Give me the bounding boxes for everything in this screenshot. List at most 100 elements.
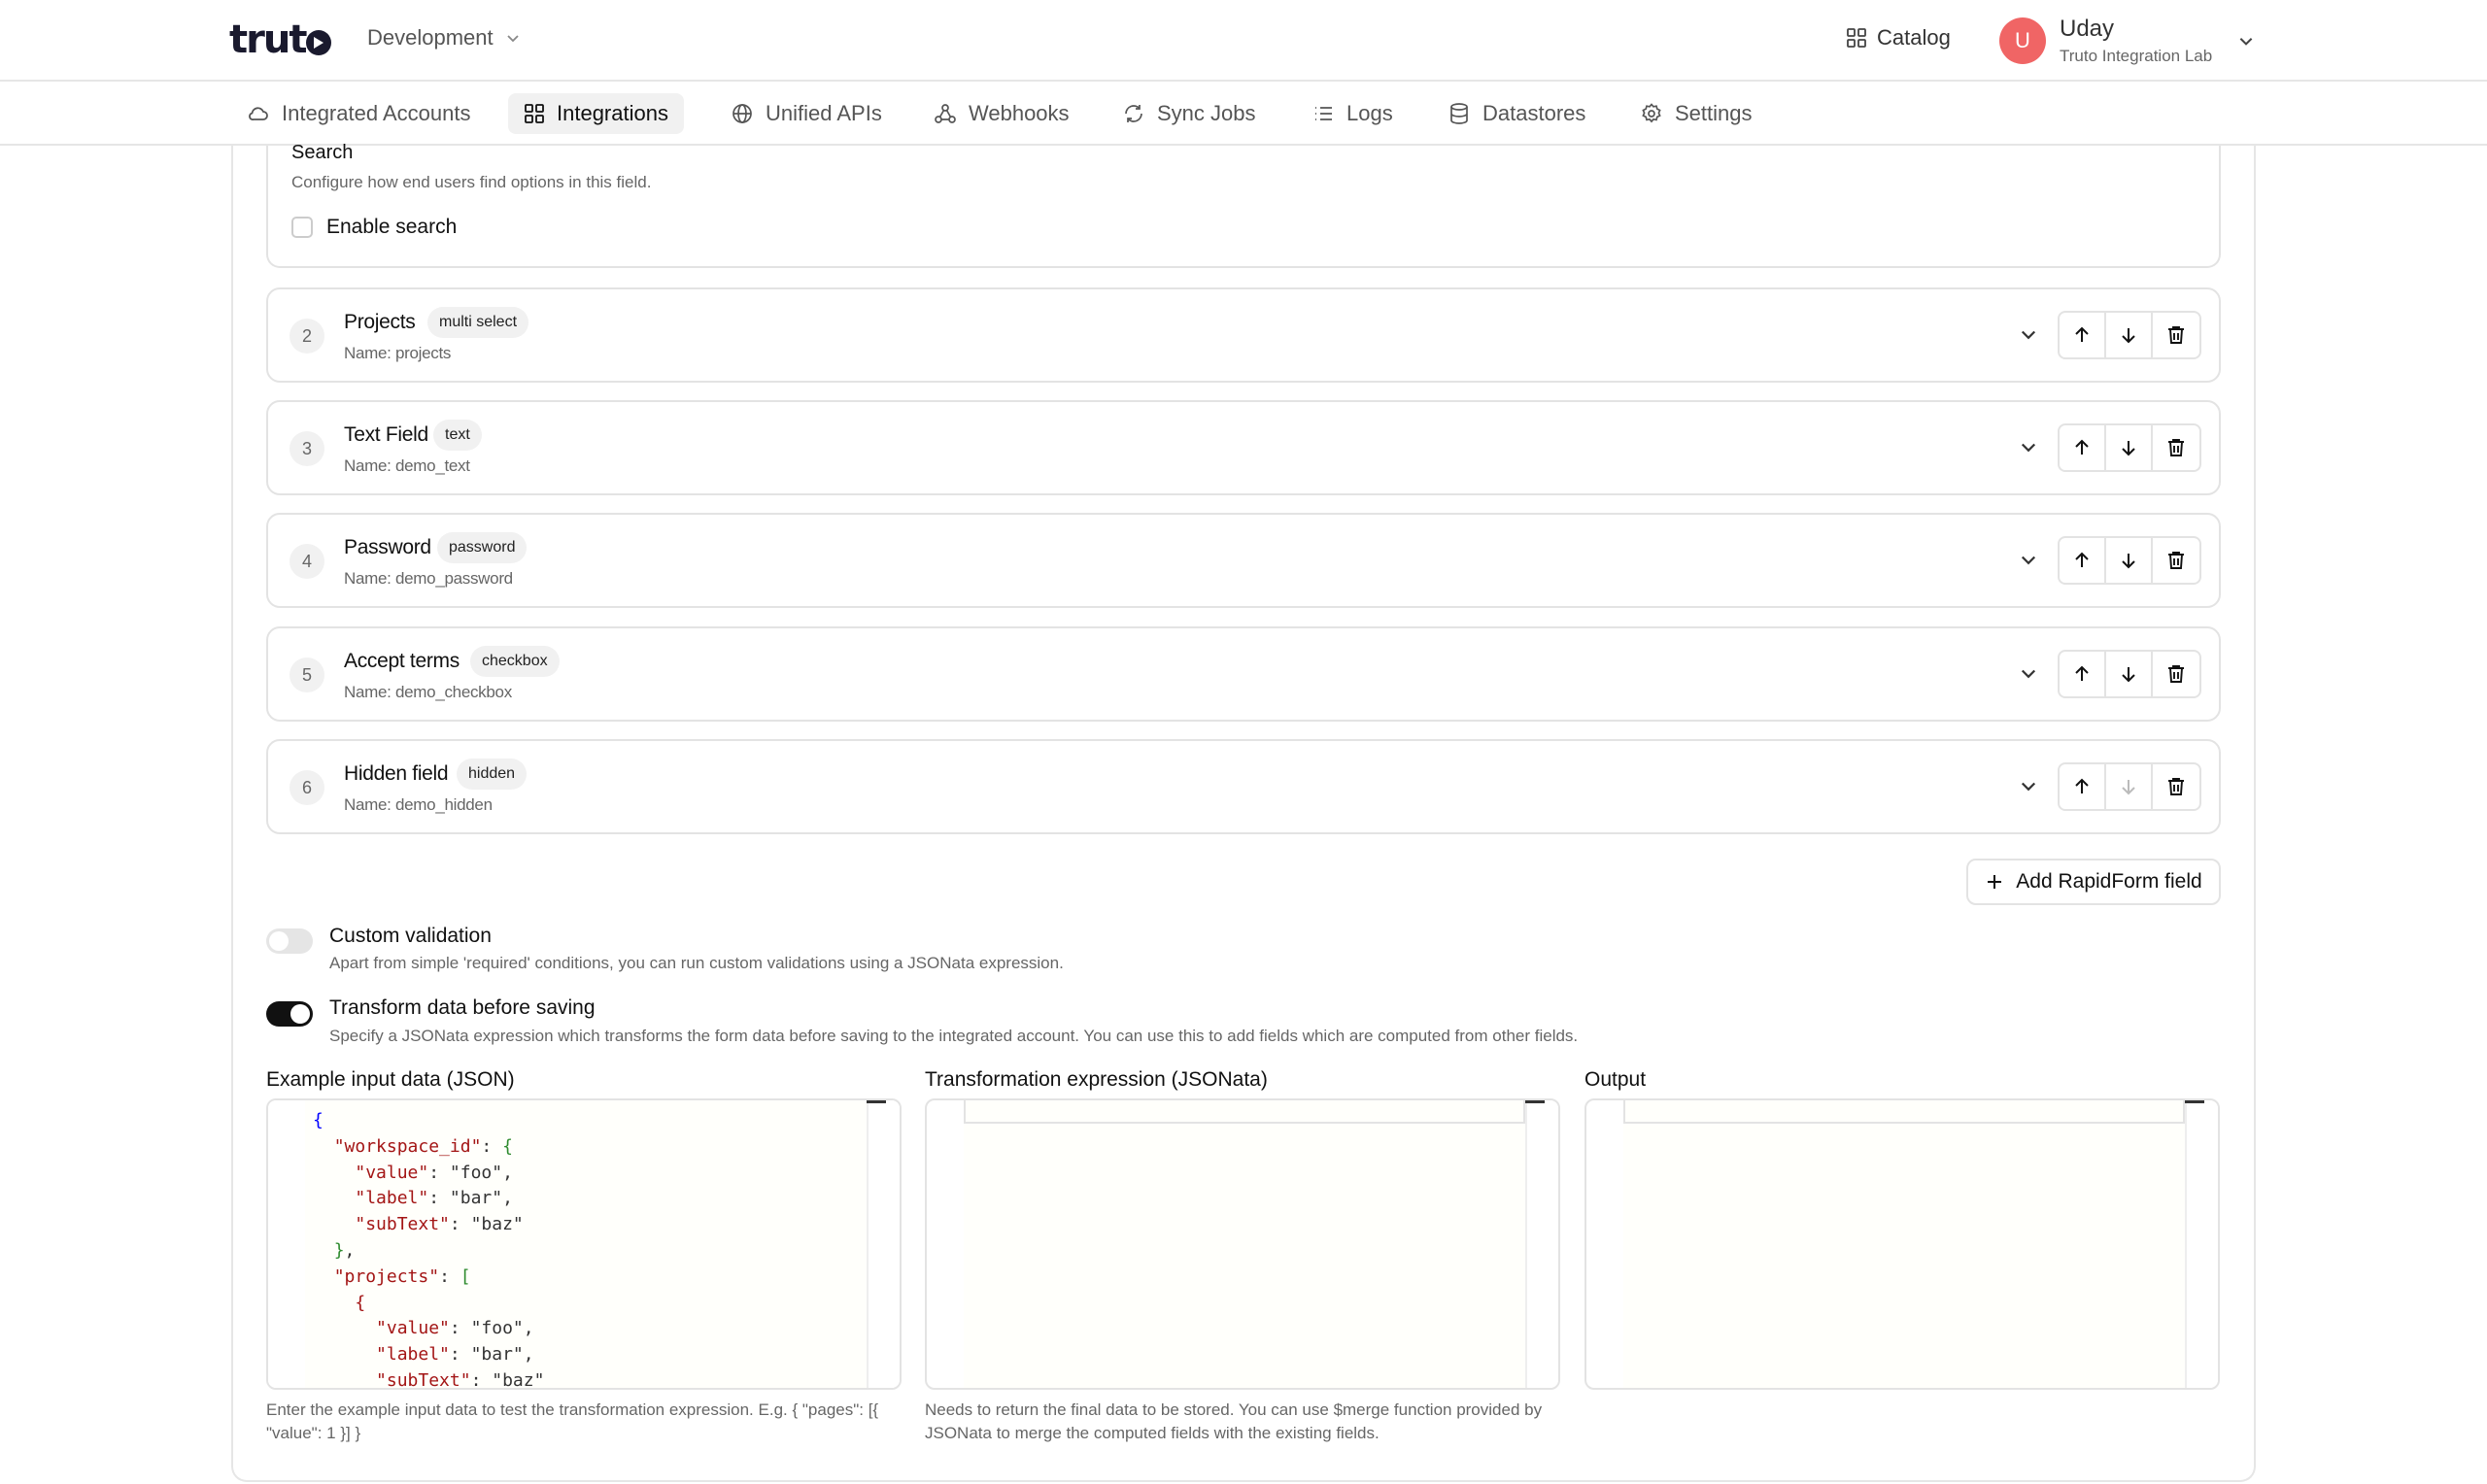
trash-icon [2168, 439, 2184, 456]
editor-code-area [1623, 1100, 2185, 1388]
arrow-up-icon [2075, 326, 2089, 342]
arrow-down-icon [2122, 780, 2135, 795]
field-type-badge: checkbox [470, 646, 560, 677]
nav-datastores[interactable]: Datastores [1432, 93, 1601, 134]
checkbox-label: Enable search [326, 216, 458, 238]
editor-label: Example input data (JSON) [266, 1068, 515, 1091]
nav-label: Webhooks [969, 101, 1070, 125]
example-input-editor[interactable]: { "workspace_id": { "value": "foo", "lab… [266, 1098, 902, 1390]
nav-sync-jobs[interactable]: Sync Jobs [1107, 93, 1272, 134]
move-down-button[interactable] [2106, 538, 2153, 583]
field-number: 5 [290, 658, 324, 692]
section-title: Search [291, 142, 354, 163]
field-row: 2 Projects multi select Name: projects [266, 287, 2221, 383]
chevron-down-icon [507, 35, 519, 43]
transform-data-toggle[interactable] [266, 1001, 313, 1027]
expand-chevron-icon[interactable] [2019, 663, 2038, 683]
expand-chevron-icon[interactable] [2019, 324, 2038, 344]
field-actions [2058, 650, 2201, 698]
expand-chevron-icon[interactable] [2019, 550, 2038, 569]
move-down-button[interactable] [2106, 425, 2153, 470]
code-line: { [355, 1292, 366, 1313]
delete-field-button[interactable] [2153, 538, 2199, 583]
arrow-down-icon [2122, 554, 2135, 569]
code-line: "value": "foo", [376, 1318, 534, 1339]
editor-code-area [964, 1100, 1525, 1388]
custom-validation-toggle[interactable] [266, 928, 313, 954]
nav-settings[interactable]: Settings [1624, 93, 1768, 134]
delete-field-button[interactable] [2153, 425, 2199, 470]
scroll-marker [1525, 1100, 1545, 1103]
toggle-title: Custom validation [329, 925, 492, 947]
move-up-button[interactable] [2060, 652, 2106, 696]
field-actions [2058, 762, 2201, 811]
code-line: "value": "foo", [355, 1162, 513, 1183]
move-down-button[interactable] [2106, 764, 2153, 809]
move-down-button[interactable] [2106, 652, 2153, 696]
move-up-button[interactable] [2060, 313, 2106, 357]
editor-scrollbar[interactable] [1525, 1100, 1558, 1388]
field-number: 6 [290, 770, 324, 805]
editor-label: Transformation expression (JSONata) [925, 1068, 1268, 1091]
user-menu[interactable]: U Uday Truto Integration Lab [1999, 16, 2255, 66]
move-down-button[interactable] [2106, 313, 2153, 357]
trash-icon [2168, 552, 2184, 569]
delete-field-button[interactable] [2153, 313, 2199, 357]
main-nav: Integrated Accounts Integrations Unified… [0, 82, 2487, 146]
chevron-down-icon [2239, 38, 2253, 46]
nav-logs[interactable]: Logs [1296, 93, 1409, 134]
editor-scrollbar[interactable] [867, 1100, 900, 1388]
enable-search-checkbox[interactable]: Enable search [291, 216, 457, 239]
field-name: Name: demo_text [344, 456, 470, 475]
toggle-knob [290, 1004, 310, 1024]
code-line: { [313, 1110, 324, 1130]
field-number: 3 [290, 431, 324, 466]
checkbox-box[interactable] [291, 217, 313, 238]
add-rapidform-field-button[interactable]: Add RapidForm field [1966, 859, 2221, 905]
catalog-label: Catalog [1877, 25, 1951, 50]
database-icon [1450, 103, 1468, 124]
field-label: Hidden field [344, 762, 449, 785]
toggle-knob [269, 931, 289, 951]
field-type-badge: multi select [427, 307, 529, 338]
move-up-button[interactable] [2060, 425, 2106, 470]
nav-unified-apis[interactable]: Unified APIs [715, 93, 898, 134]
output-editor[interactable] [1584, 1098, 2220, 1390]
arrow-up-icon [2075, 778, 2089, 793]
gear-icon [1642, 103, 1661, 123]
code-block: { "workspace_id": { "value": "foo", "lab… [268, 1108, 545, 1390]
code-line: "workspace_id": { [333, 1135, 513, 1157]
delete-field-button[interactable] [2153, 652, 2199, 696]
transformation-expression-editor[interactable] [925, 1098, 1560, 1390]
expand-chevron-icon[interactable] [2019, 437, 2038, 456]
delete-field-button[interactable] [2153, 764, 2199, 809]
nav-integrated-accounts[interactable]: Integrated Accounts [231, 93, 486, 134]
code-line: "subText": "baz" [355, 1214, 524, 1235]
globe-icon [732, 104, 752, 123]
field-name: Name: demo_password [344, 569, 513, 588]
code-line: "label": "bar", [355, 1188, 513, 1209]
nav-webhooks[interactable]: Webhooks [918, 93, 1085, 134]
user-org: Truto Integration Lab [2060, 47, 2213, 65]
expand-chevron-icon[interactable] [2019, 776, 2038, 795]
nav-label: Sync Jobs [1157, 101, 1256, 125]
sync-icon [1125, 105, 1142, 122]
catalog-button[interactable]: Catalog [1846, 25, 1951, 51]
section-description: Configure how end users find options in … [291, 173, 652, 191]
move-up-button[interactable] [2060, 538, 2106, 583]
grid-icon [525, 104, 544, 123]
move-up-button[interactable] [2060, 764, 2106, 809]
field-actions [2058, 311, 2201, 359]
user-name: Uday [2060, 16, 2115, 42]
editor-scrollbar[interactable] [2185, 1100, 2218, 1388]
nav-integrations[interactable]: Integrations [508, 93, 684, 134]
scroll-marker [2185, 1100, 2204, 1103]
environment-selector[interactable]: Development [367, 25, 521, 51]
truto-logo[interactable]: trut [229, 17, 332, 62]
field-type-badge: text [433, 420, 482, 451]
list-icon [1315, 107, 1332, 120]
plus-icon [1988, 875, 2002, 889]
code-line: "subText": "baz" [376, 1369, 545, 1390]
nav-label: Integrations [557, 101, 668, 125]
arrow-down-icon [2122, 441, 2135, 456]
